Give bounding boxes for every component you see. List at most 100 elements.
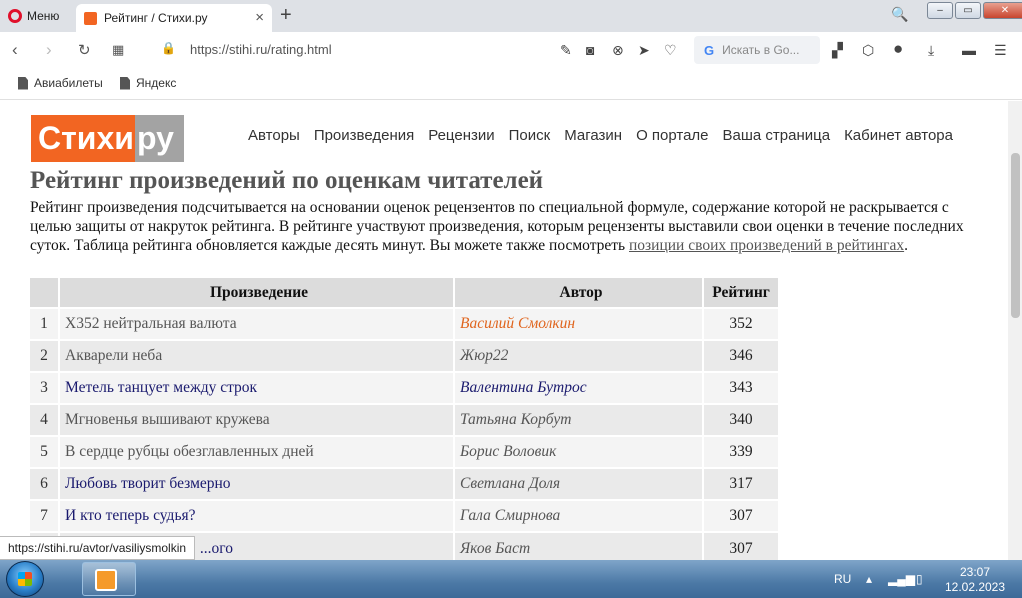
row-num: 5 <box>30 435 60 468</box>
google-icon: G <box>704 42 715 58</box>
intro-paragraph: Рейтинг произведения подсчитывается на о… <box>30 199 964 254</box>
start-button[interactable] <box>6 561 44 597</box>
tab-search-icon[interactable]: 🔍 <box>891 6 908 23</box>
author-link[interactable]: Гала Смирнова <box>454 499 704 532</box>
bookmark-aviatickets[interactable]: Авиабилеты <box>18 76 103 90</box>
nav-your-page[interactable]: Ваша страница <box>723 127 831 144</box>
battery-icon[interactable]: ▬ <box>962 42 976 58</box>
table-row: 4 Мгновенья вышивают кружева Татьяна Кор… <box>30 403 780 436</box>
author-link[interactable]: Яков Баст <box>454 531 704 560</box>
nav-author-cabinet[interactable]: Кабинет автора <box>844 127 953 144</box>
camera-icon[interactable]: ◙ <box>586 42 594 58</box>
opera-menu-button[interactable]: Меню <box>8 6 59 26</box>
table-row: 3 Метель танцует между строк Валентина Б… <box>30 371 780 404</box>
block-icon[interactable]: ⊗ <box>612 42 624 59</box>
author-link[interactable]: Василий Смолкин <box>454 307 704 340</box>
author-link[interactable]: Светлана Доля <box>454 467 704 500</box>
bookmark-label: Яндекс <box>136 76 177 90</box>
work-link[interactable]: Х352 нейтральная валюта <box>59 307 455 340</box>
work-link[interactable]: Любовь творит безмерно <box>59 467 455 500</box>
row-num: 7 <box>30 499 60 532</box>
back-icon[interactable]: ‹ <box>12 40 18 60</box>
page-viewport: Стихи. ру Авторы Произведения Рецензии П… <box>0 101 1008 560</box>
bookmark-label: Авиабилеты <box>34 76 103 90</box>
site-logo[interactable]: Стихи. ру <box>31 115 184 162</box>
lock-icon[interactable]: 🔒 <box>161 41 176 55</box>
tab-close-icon[interactable]: × <box>255 9 264 26</box>
profile-avatar-icon[interactable]: ● <box>893 39 903 59</box>
row-num: 6 <box>30 467 60 500</box>
extension-icon[interactable]: ▞ <box>832 42 843 59</box>
row-score: 307 <box>703 531 780 560</box>
windows-logo-icon <box>18 572 32 586</box>
site-nav: Авторы Произведения Рецензии Поиск Магаз… <box>248 127 953 144</box>
language-indicator[interactable]: RU <box>834 572 851 586</box>
nav-works[interactable]: Произведения <box>314 127 414 144</box>
cube-icon[interactable]: ⬡ <box>862 42 874 59</box>
author-link[interactable]: Татьяна Корбут <box>454 403 704 436</box>
scroll-thumb[interactable] <box>1011 153 1020 318</box>
work-link[interactable]: И кто теперь судья? <box>59 499 455 532</box>
table-row: 2 Акварели неба Жюр22 346 <box>30 339 780 372</box>
clock[interactable]: 23:07 12.02.2023 <box>940 565 1010 595</box>
header-title: Произведение <box>59 278 455 308</box>
search-input[interactable]: G Искать в Go... <box>694 36 820 64</box>
row-score: 339 <box>703 435 780 468</box>
author-link[interactable]: Борис Воловик <box>454 435 704 468</box>
heart-icon[interactable]: ♡ <box>664 42 677 59</box>
work-link[interactable]: В сердце рубцы обезглавленных дней <box>59 435 455 468</box>
header-score: Рейтинг <box>703 278 780 308</box>
nav-search[interactable]: Поиск <box>509 127 551 144</box>
logo-tld-text: ру <box>135 115 184 162</box>
row-score: 343 <box>703 371 780 404</box>
edit-icon[interactable]: ✎ <box>560 42 572 59</box>
header-author: Автор <box>454 278 704 308</box>
row-num: 2 <box>30 339 60 372</box>
table-row: 1 Х352 нейтральная валюта Василий Смолки… <box>30 307 780 340</box>
download-icon[interactable]: ⤓ <box>928 42 934 59</box>
work-link[interactable]: Метель танцует между строк <box>59 371 455 404</box>
nav-about[interactable]: О портале <box>636 127 708 144</box>
easy-setup-icon[interactable]: ☰ <box>994 42 1007 59</box>
opera-logo-icon <box>8 9 22 23</box>
windows-taskbar: RU ▴ ▂▄▆ ▯ 23:07 12.02.2023 <box>0 560 1022 598</box>
work-link[interactable]: Акварели неба <box>59 339 455 372</box>
taskbar-app-media[interactable] <box>82 562 136 596</box>
network-icon[interactable]: ▂▄▆ <box>888 572 915 586</box>
search-placeholder: Искать в Go... <box>722 43 800 57</box>
reload-icon[interactable]: ↻ <box>78 41 91 59</box>
bookmarks-bar: Авиабилеты Яндекс <box>0 68 1022 100</box>
work-link[interactable]: Мгновенья вышивают кружева <box>59 403 455 436</box>
author-link[interactable]: Валентина Бутрос <box>454 371 704 404</box>
browser-tab-active[interactable]: Рейтинг / Стихи.ру × <box>76 4 272 32</box>
forward-icon[interactable]: › <box>46 40 52 60</box>
positions-link[interactable]: позиции своих произведений в рейтингах <box>629 237 904 254</box>
page-scrollbar[interactable] <box>1008 101 1022 560</box>
nav-authors[interactable]: Авторы <box>248 127 300 144</box>
close-window-button[interactable]: ✕ <box>983 2 1022 19</box>
tabs-grid-icon[interactable]: ▦ <box>112 42 124 58</box>
nav-shop[interactable]: Магазин <box>564 127 622 144</box>
row-score: 317 <box>703 467 780 500</box>
tray-expand-icon[interactable]: ▴ <box>866 572 872 586</box>
status-url-tooltip: https://stihi.ru/avtor/vasiliysmolkin <box>0 536 196 560</box>
page-title: Рейтинг произведений по оценкам читателе… <box>30 167 544 194</box>
table-row: 5 В сердце рубцы обезглавленных дней Бор… <box>30 435 780 468</box>
maximize-button[interactable]: ▭ <box>955 2 981 19</box>
bookmark-doc-icon <box>120 76 130 90</box>
minimize-button[interactable]: – <box>927 2 953 19</box>
url-field[interactable]: https://stihi.ru/rating.html <box>190 42 332 57</box>
send-icon[interactable]: ➤ <box>638 42 650 59</box>
bookmark-yandex[interactable]: Яндекс <box>120 76 176 90</box>
row-num: 3 <box>30 371 60 404</box>
new-tab-icon[interactable]: + <box>280 4 292 27</box>
battery-tray-icon[interactable]: ▯ <box>916 572 923 586</box>
media-player-icon <box>95 569 117 591</box>
row-score: 352 <box>703 307 780 340</box>
tab-title: Рейтинг / Стихи.ру <box>104 11 208 25</box>
author-link[interactable]: Жюр22 <box>454 339 704 372</box>
nav-reviews[interactable]: Рецензии <box>428 127 494 144</box>
browser-tabbar: Меню Рейтинг / Стихи.ру × + 🔍 – ▭ ✕ <box>0 0 1022 32</box>
row-num: 4 <box>30 403 60 436</box>
table-row: 6 Любовь творит безмерно Светлана Доля 3… <box>30 467 780 500</box>
